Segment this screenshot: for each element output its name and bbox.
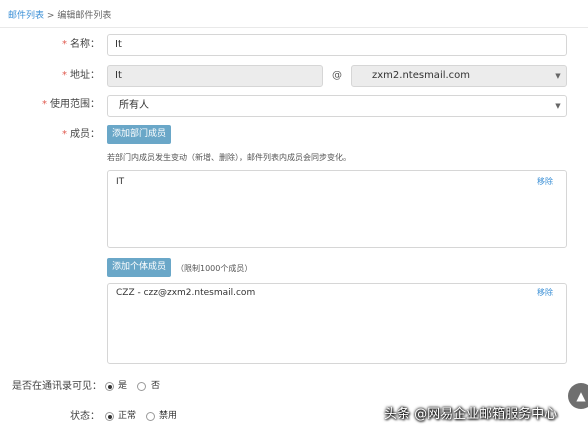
domain-select[interactable]: zxm2.ntesmail.com (351, 65, 567, 87)
remove-department-link[interactable]: 移除 (537, 176, 553, 188)
address-local-input[interactable]: It (107, 65, 323, 87)
at-sign: @ (332, 70, 342, 81)
members-label: * 成员： (62, 129, 100, 140)
list-item: CZZ - czz@zxm2.ntesmail.com (116, 288, 256, 298)
breadcrumb-mail-list-link[interactable]: 邮件列表 (8, 11, 44, 21)
status-normal-radio[interactable] (105, 412, 114, 421)
name-input[interactable]: It (107, 34, 567, 56)
add-department-members-button[interactable]: 添加部门成员 (107, 125, 171, 144)
status-label: 状态： (70, 411, 100, 422)
scope-select-value: 所有人 (119, 100, 149, 111)
scope-select[interactable]: 所有人 (107, 95, 567, 117)
breadcrumb-current: 编辑邮件列表 (57, 11, 112, 21)
caret-down-icon: ▼ (555, 72, 561, 80)
breadcrumb-separator: > (46, 11, 55, 21)
visible-yes-label: 是 (118, 381, 128, 391)
visible-no-radio[interactable] (137, 382, 146, 391)
list-item: IT (116, 177, 125, 187)
status-disabled-label: 禁用 (159, 411, 178, 421)
status-disabled-radio[interactable] (146, 412, 155, 421)
add-individual-members-button[interactable]: 添加个体成员 (107, 258, 171, 277)
address-label: * 地址： (62, 70, 100, 81)
breadcrumb: 邮件列表 > 编辑邮件列表 (8, 8, 111, 21)
department-member-list (107, 170, 567, 248)
arrow-up-icon[interactable]: ▲ (568, 383, 588, 409)
directory-visible-label: 是否在通讯录可见： (12, 381, 102, 392)
header-divider (0, 27, 588, 28)
member-limit-hint: （限制1000个成员） (176, 264, 253, 273)
visible-yes-radio[interactable] (105, 382, 114, 391)
department-sync-hint: 若部门内成员发生变动（新增、删除），邮件列表内成员会同步变化。 (107, 153, 351, 162)
visible-no-label: 否 (151, 381, 161, 391)
scope-label: * 使用范围： (42, 99, 100, 110)
name-label: * 名称： (62, 39, 100, 50)
status-normal-label: 正常 (118, 411, 137, 421)
watermark-text: 头条 @网易企业邮箱服务中心 (384, 407, 558, 422)
remove-individual-link[interactable]: 移除 (537, 287, 553, 299)
caret-down-icon: ▼ (555, 102, 561, 110)
domain-select-value: zxm2.ntesmail.com (372, 70, 471, 81)
